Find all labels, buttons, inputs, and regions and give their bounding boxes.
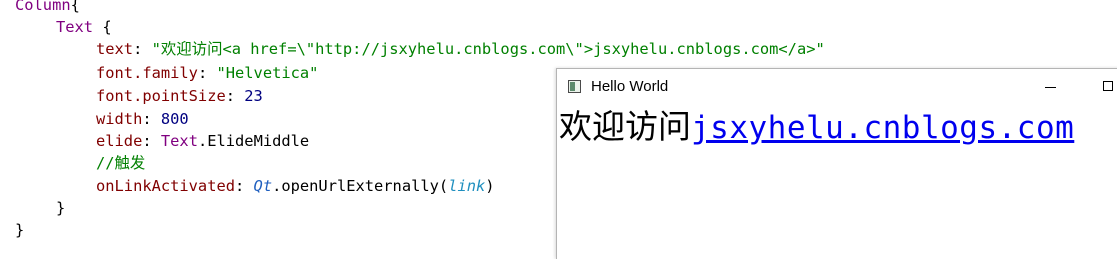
code-line-6: width: 800: [96, 108, 189, 130]
code-token-string: "欢迎访问<a href=\"http://jsxyhelu.cnblogs.c…: [151, 40, 825, 58]
maximize-icon: [1103, 81, 1113, 91]
code-line-4: font.family: "Helvetica": [96, 62, 318, 84]
code-token-colon: :: [133, 40, 152, 58]
code-line-8: //触发: [96, 152, 145, 174]
code-token-brace: {: [70, 0, 80, 14]
code-token-arg: link: [448, 177, 486, 195]
code-token-number: 800: [160, 110, 189, 128]
code-token-prop: elide: [96, 132, 143, 150]
code-token-colon: :: [225, 87, 245, 105]
code-token-brace: {: [93, 18, 112, 36]
code-token-prop: width: [96, 110, 143, 128]
code-token-prop: text: [96, 40, 134, 58]
code-line-10: }: [56, 197, 65, 219]
app-icon: [568, 80, 581, 93]
code-token-type: Text: [56, 18, 94, 36]
welcome-text: 欢迎访问: [559, 107, 691, 146]
code-token-colon: :: [142, 110, 161, 128]
code-token-type: Text: [160, 132, 198, 150]
code-line-3: text: "欢迎访问<a href=\"http://jsxyhelu.cnb…: [96, 38, 825, 60]
code-line-11: }: [15, 219, 24, 241]
maximize-button[interactable]: [1085, 69, 1117, 105]
window-title: Hello World: [591, 78, 669, 95]
code-token-paren: ): [485, 177, 495, 195]
code-token-number: 23: [244, 87, 263, 105]
hello-world-window[interactable]: Hello World 欢迎访问jsxyhelu.cnblogs.com: [556, 68, 1117, 259]
code-token-ident: .openUrlExternally(: [272, 177, 449, 195]
code-token-colon: :: [197, 64, 217, 82]
code-line-2: Text {: [56, 16, 112, 38]
code-token-string: "Helvetica": [216, 64, 319, 82]
window-titlebar[interactable]: Hello World: [557, 69, 1117, 105]
code-token-colon: :: [235, 177, 254, 195]
minimize-icon: [1045, 87, 1056, 88]
code-line-9: onLinkActivated: Qt.openUrlExternally(li…: [96, 175, 495, 197]
code-token-comment: //触发: [96, 154, 146, 172]
code-token-brace: }: [56, 199, 66, 217]
code-token-colon: :: [142, 132, 161, 150]
minimize-button[interactable]: [1027, 69, 1073, 105]
code-line-7: elide: Text.ElideMiddle: [96, 130, 309, 152]
code-line-5: font.pointSize: 23: [96, 85, 263, 107]
code-line-1: Column{: [15, 0, 80, 16]
code-token-type: Column: [15, 0, 71, 14]
rich-text-label: 欢迎访问jsxyhelu.cnblogs.com: [559, 107, 1074, 147]
code-token-ident: .ElideMiddle: [197, 132, 310, 150]
code-token-brace: }: [15, 221, 25, 239]
code-token-prop: font.family: [96, 64, 198, 82]
code-token-prop: onLinkActivated: [96, 177, 235, 195]
blog-link[interactable]: jsxyhelu.cnblogs.com: [691, 110, 1074, 146]
code-token-prop: font.pointSize: [96, 87, 226, 105]
code-token-qt: Qt: [253, 177, 273, 195]
